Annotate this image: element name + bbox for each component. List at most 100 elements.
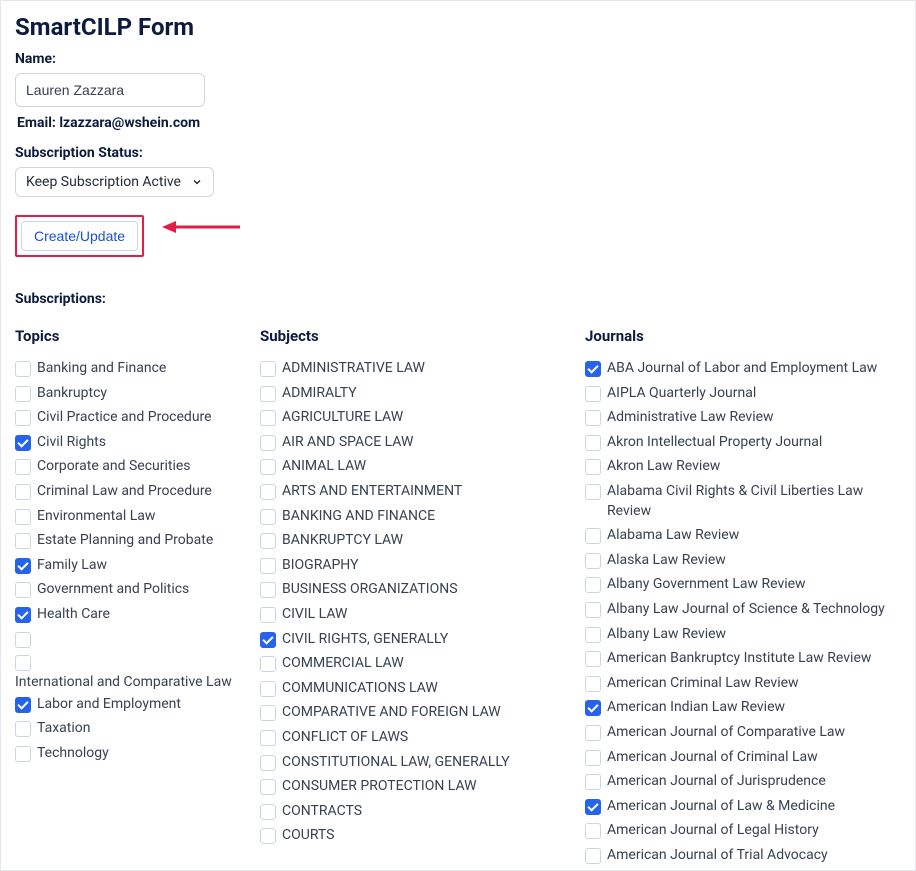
page-title: SmartCILP Form xyxy=(15,13,901,41)
subjects-heading: Subjects xyxy=(260,327,565,345)
topics-item: Banking and Finance xyxy=(15,359,240,379)
checkbox[interactable] xyxy=(585,651,601,667)
topics-item: Civil Rights xyxy=(15,433,240,453)
checkbox[interactable] xyxy=(260,607,276,623)
checkbox[interactable] xyxy=(15,459,31,475)
journals-item: Akron Law Review xyxy=(585,457,901,477)
checkbox[interactable] xyxy=(585,823,601,839)
name-input[interactable] xyxy=(15,73,205,107)
checkbox[interactable] xyxy=(585,361,601,377)
checkbox[interactable] xyxy=(260,410,276,426)
topics-item: Labor and Employment xyxy=(15,695,240,715)
journals-item: American Journal of Trial Advocacy xyxy=(585,846,901,866)
checkbox[interactable] xyxy=(585,676,601,692)
checkbox-label: Technology xyxy=(37,744,109,764)
checkbox[interactable] xyxy=(260,361,276,377)
checkbox[interactable] xyxy=(260,779,276,795)
checkbox-label: Bankruptcy xyxy=(37,384,107,404)
checkbox[interactable] xyxy=(15,509,31,525)
checkbox[interactable] xyxy=(260,582,276,598)
checkbox-label: ANIMAL LAW xyxy=(282,457,366,477)
create-update-button[interactable]: Create/Update xyxy=(21,221,138,251)
status-select[interactable]: Keep Subscription Active xyxy=(15,167,214,197)
journals-item: Akron Intellectual Property Journal xyxy=(585,433,901,453)
checkbox[interactable] xyxy=(15,655,31,671)
subjects-item: BUSINESS ORGANIZATIONS xyxy=(260,580,565,600)
checkbox[interactable] xyxy=(260,681,276,697)
subjects-item: COMPARATIVE AND FOREIGN LAW xyxy=(260,703,565,723)
checkbox[interactable] xyxy=(585,528,601,544)
checkbox[interactable] xyxy=(585,577,601,593)
checkbox[interactable] xyxy=(15,361,31,377)
checkbox[interactable] xyxy=(15,721,31,737)
checkbox[interactable] xyxy=(15,533,31,549)
topics-item: Family Law xyxy=(15,556,240,576)
checkbox[interactable] xyxy=(585,799,601,815)
topics-item: Bankruptcy xyxy=(15,384,240,404)
checkbox[interactable] xyxy=(585,750,601,766)
checkbox[interactable] xyxy=(585,627,601,643)
checkbox-label: American Journal of Comparative Law xyxy=(607,723,845,743)
checkbox[interactable] xyxy=(260,484,276,500)
checkbox[interactable] xyxy=(585,410,601,426)
checkbox[interactable] xyxy=(585,602,601,618)
checkbox[interactable] xyxy=(585,553,601,569)
checkbox[interactable] xyxy=(15,746,31,762)
checkbox[interactable] xyxy=(585,484,601,500)
checkbox[interactable] xyxy=(260,386,276,402)
checkbox[interactable] xyxy=(260,755,276,771)
journals-item: Administrative Law Review xyxy=(585,408,901,428)
checkbox-label: CIVIL RIGHTS, GENERALLY xyxy=(282,630,448,650)
checkbox[interactable] xyxy=(260,533,276,549)
checkbox[interactable] xyxy=(15,632,31,648)
topics-item: Environmental Law xyxy=(15,507,240,527)
journals-item: American Indian Law Review xyxy=(585,698,901,718)
checkbox[interactable] xyxy=(260,459,276,475)
checkbox[interactable] xyxy=(260,656,276,672)
checkbox[interactable] xyxy=(260,632,276,648)
checkbox-label: Environmental Law xyxy=(37,507,155,527)
journals-item: American Journal of Criminal Law xyxy=(585,748,901,768)
checkbox-label: American Journal of Trial Advocacy xyxy=(607,846,828,866)
checkbox[interactable] xyxy=(585,435,601,451)
checkbox[interactable] xyxy=(585,459,601,475)
topics-item: Criminal Law and Procedure xyxy=(15,482,240,502)
topics-item: Technology xyxy=(15,744,240,764)
checkbox[interactable] xyxy=(15,410,31,426)
topics-item: Corporate and Securities xyxy=(15,457,240,477)
checkbox[interactable] xyxy=(260,509,276,525)
checkbox[interactable] xyxy=(15,386,31,402)
checkbox[interactable] xyxy=(585,725,601,741)
checkbox[interactable] xyxy=(260,828,276,844)
checkbox[interactable] xyxy=(15,607,31,623)
checkbox[interactable] xyxy=(260,558,276,574)
checkbox[interactable] xyxy=(15,558,31,574)
checkbox[interactable] xyxy=(585,774,601,790)
checkbox[interactable] xyxy=(260,435,276,451)
subjects-item: CONSTITUTIONAL LAW, GENERALLY xyxy=(260,753,565,773)
checkbox[interactable] xyxy=(260,804,276,820)
checkbox[interactable] xyxy=(585,700,601,716)
checkbox[interactable] xyxy=(15,435,31,451)
checkbox[interactable] xyxy=(15,484,31,500)
checkbox-label: Corporate and Securities xyxy=(37,457,191,477)
checkbox-label: ARTS AND ENTERTAINMENT xyxy=(282,482,462,502)
checkbox-label: Administrative Law Review xyxy=(607,408,774,428)
checkbox-label: AGRICULTURE LAW xyxy=(282,408,403,428)
journals-item: American Journal of Comparative Law xyxy=(585,723,901,743)
checkbox[interactable] xyxy=(260,705,276,721)
journals-item: Albany Law Review xyxy=(585,625,901,645)
checkbox[interactable] xyxy=(585,848,601,864)
checkbox-label: ABA Journal of Labor and Employment Law xyxy=(607,359,877,379)
checkbox-label: Labor and Employment xyxy=(37,695,181,715)
journals-column: Journals ABA Journal of Labor and Employ… xyxy=(585,327,901,870)
checkbox-label: ADMINISTRATIVE LAW xyxy=(282,359,425,379)
checkbox-label: COMMUNICATIONS LAW xyxy=(282,679,438,699)
journals-item: American Journal of Legal History xyxy=(585,821,901,841)
topics-item: Civil Practice and Procedure xyxy=(15,408,240,428)
checkbox[interactable] xyxy=(15,582,31,598)
checkbox[interactable] xyxy=(260,730,276,746)
checkbox[interactable] xyxy=(585,386,601,402)
checkbox[interactable] xyxy=(15,697,31,713)
name-label: Name: xyxy=(15,51,901,67)
